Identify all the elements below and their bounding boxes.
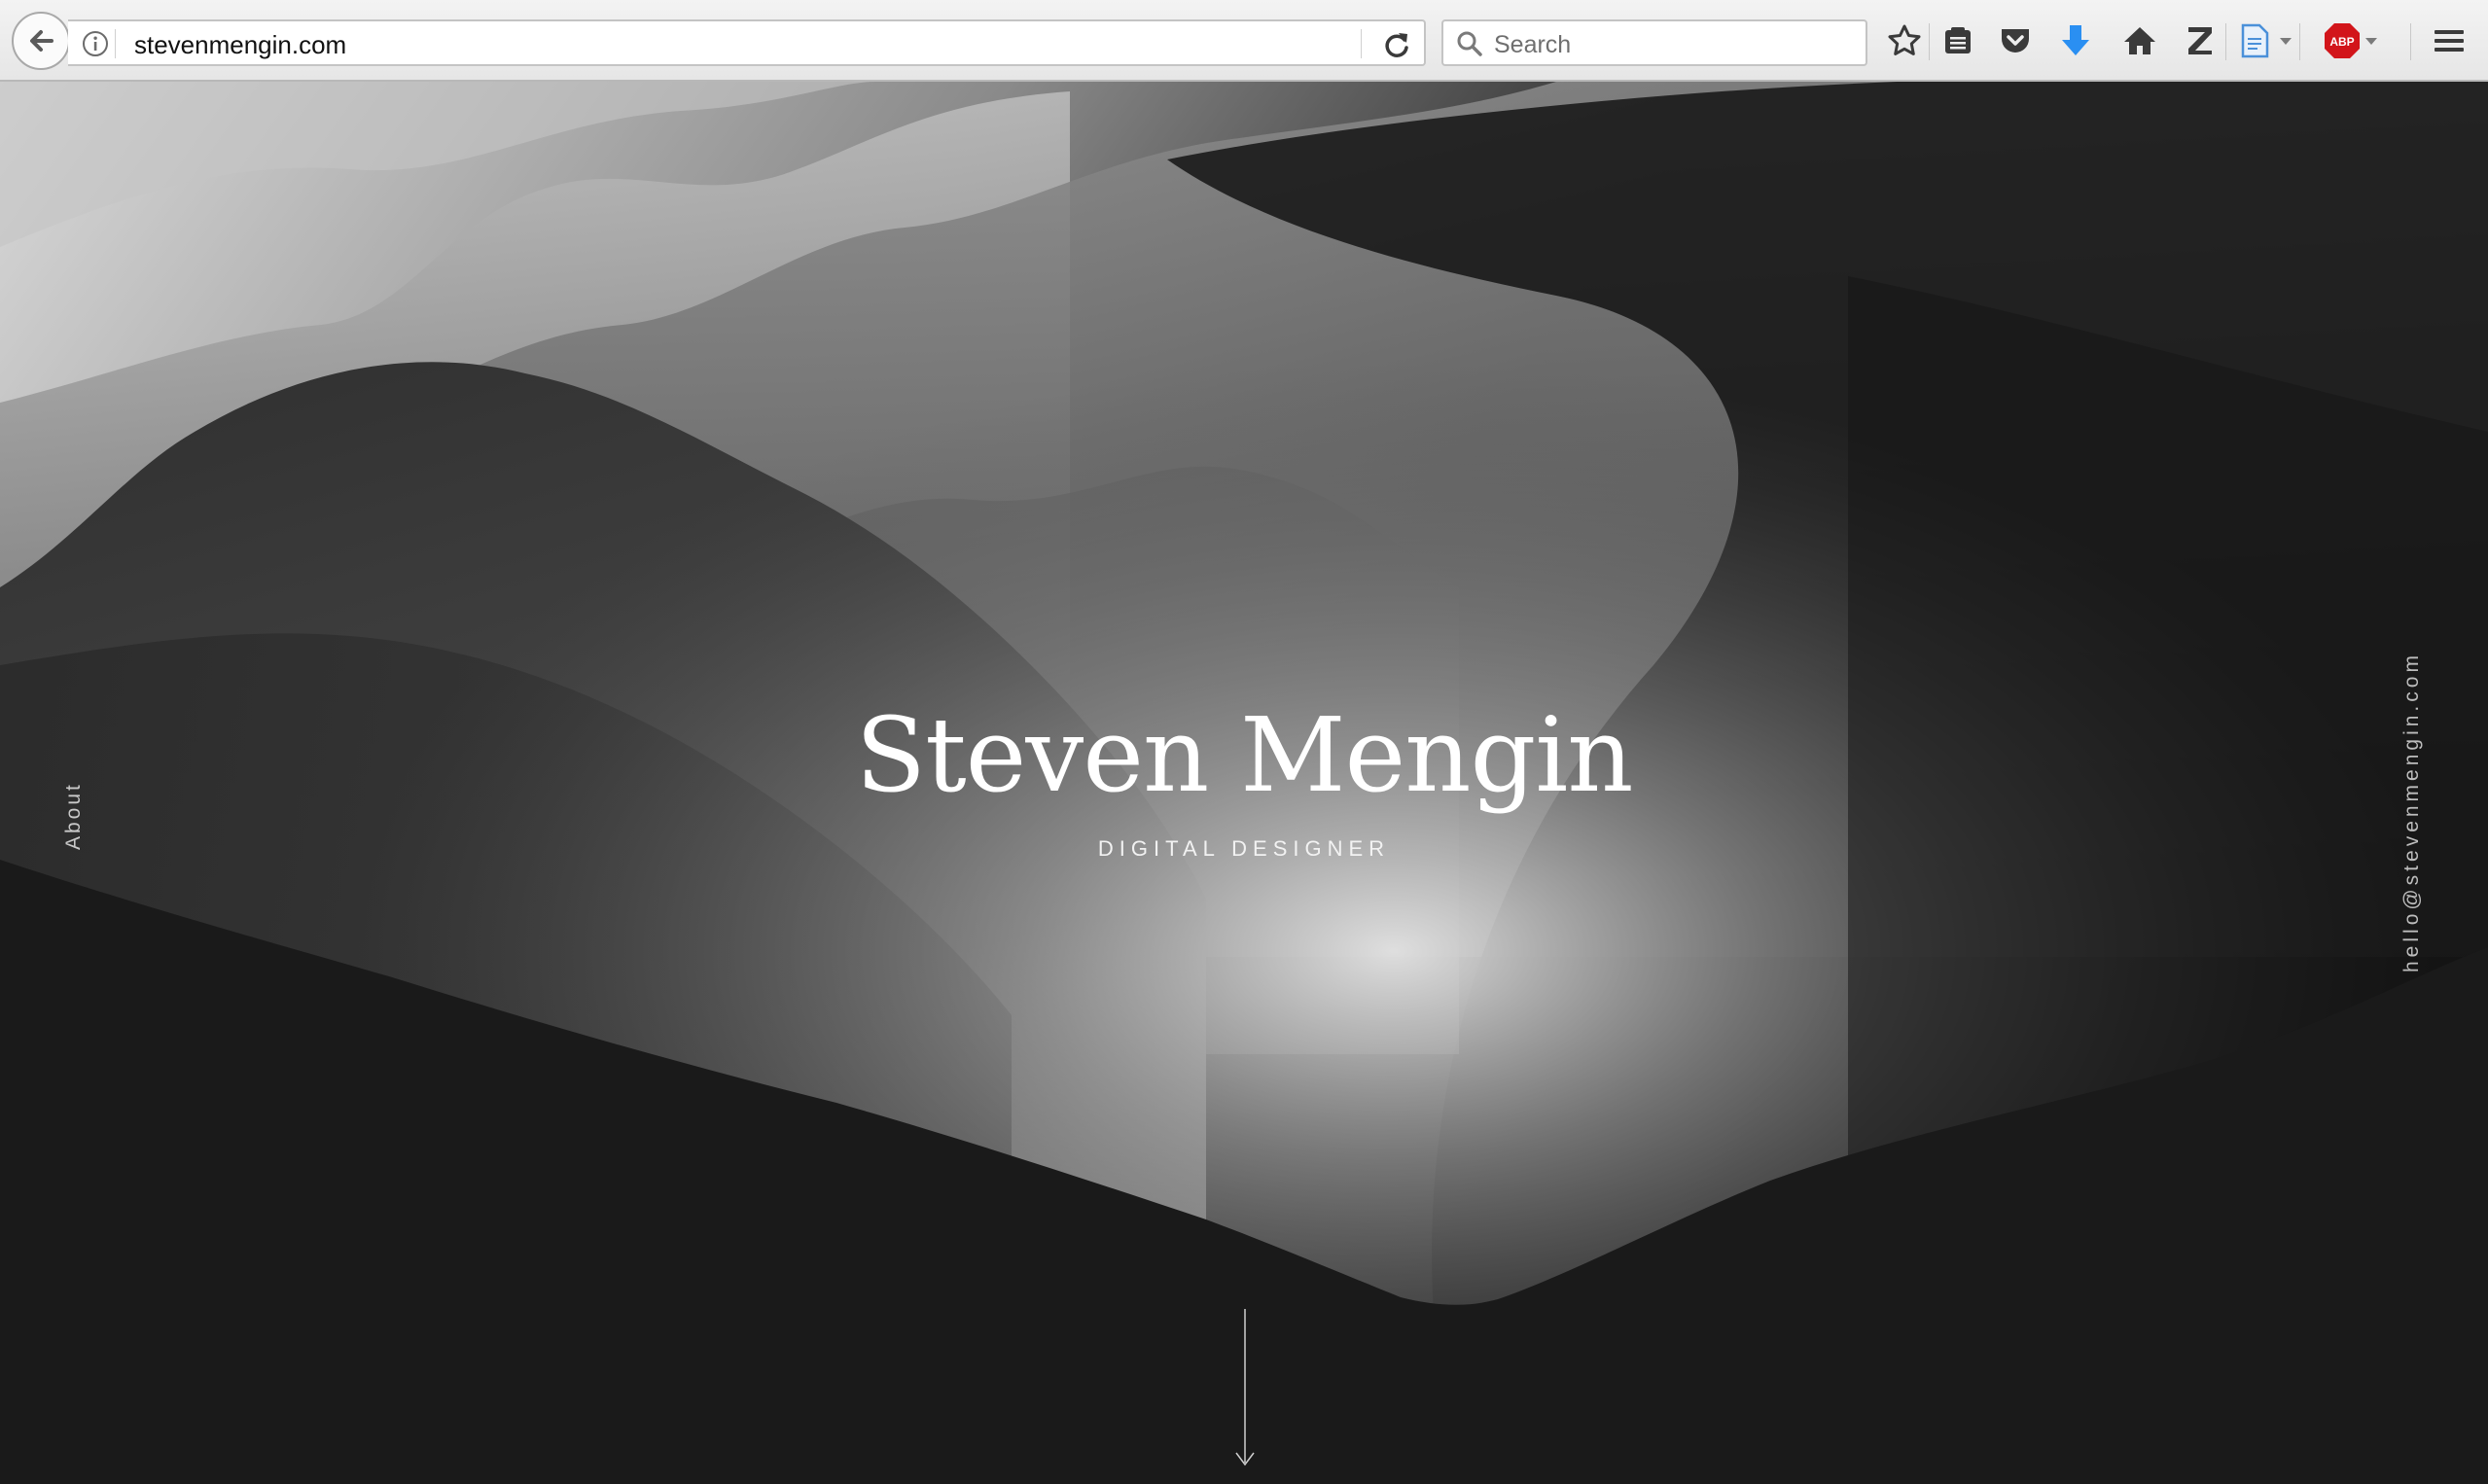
email-link[interactable]: hello@stevenmengin.com (2400, 652, 2424, 972)
adblock-dropdown-icon[interactable] (2362, 21, 2381, 60)
url-text[interactable]: stevenmengin.com (134, 30, 346, 60)
home-icon[interactable] (2120, 21, 2159, 60)
search-bar[interactable]: Search (1441, 19, 1867, 66)
search-input[interactable]: Search (1494, 31, 1571, 59)
document-icon[interactable] (2235, 21, 2274, 60)
about-link[interactable]: About (62, 782, 86, 850)
hero-section: Steven Mengin DIGITAL DESIGNER About hel… (0, 82, 2488, 1484)
page-title: Steven Mengin (855, 695, 1633, 815)
toolbar-divider (1929, 23, 1930, 60)
adblock-badge: ABP (2329, 35, 2354, 49)
back-icon (30, 30, 53, 52)
adblock-icon[interactable]: ABP (2323, 21, 2362, 60)
reload-divider (1361, 29, 1362, 58)
toolbar-divider (2299, 23, 2300, 60)
toolbar-divider (2410, 23, 2411, 60)
reload-icon[interactable] (1381, 29, 1412, 60)
browser-toolbar: stevenmengin.com Search ABP (0, 0, 2488, 82)
reading-list-icon[interactable] (1938, 21, 1977, 60)
pocket-icon[interactable] (1996, 21, 2035, 60)
search-icon (1457, 31, 1482, 56)
bookmark-star-icon[interactable] (1885, 21, 1924, 60)
document-dropdown-icon[interactable] (2276, 21, 2295, 60)
back-button[interactable] (12, 12, 70, 70)
zotero-icon[interactable] (2181, 21, 2220, 60)
info-icon[interactable] (82, 30, 109, 57)
url-bar[interactable]: stevenmengin.com (68, 19, 1426, 66)
arrow-down-icon[interactable] (1233, 1307, 1257, 1472)
toolbar-divider (2225, 23, 2226, 60)
hamburger-menu-icon[interactable] (2430, 21, 2469, 60)
download-icon[interactable] (2056, 21, 2095, 60)
url-divider (115, 29, 116, 58)
page-subtitle: DIGITAL DESIGNER (1097, 836, 1391, 861)
